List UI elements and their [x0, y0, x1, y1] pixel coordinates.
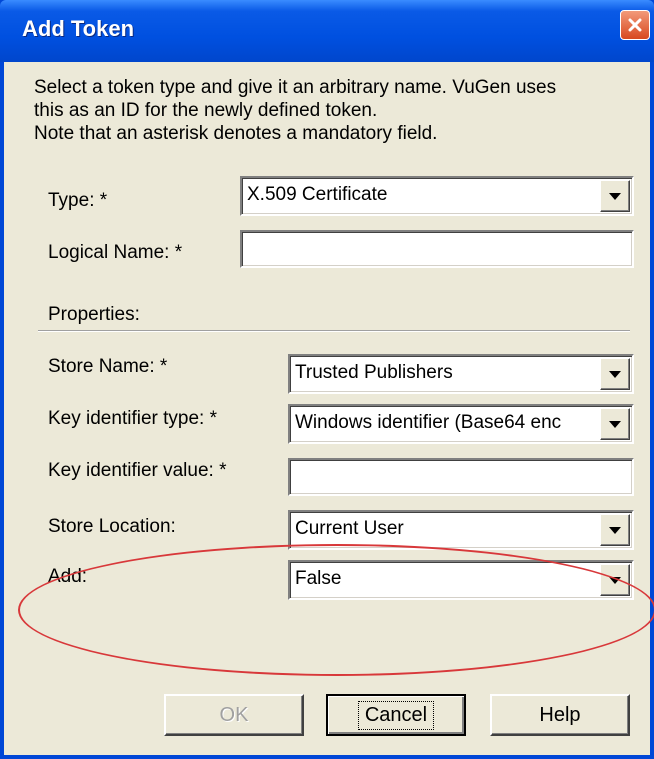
add-dropdown-button[interactable] [600, 564, 630, 596]
key-identifier-value-label: Key identifier value: * [48, 460, 227, 481]
ok-button[interactable]: OK [164, 694, 304, 736]
intro-text: Select a token type and give it an arbit… [34, 76, 556, 145]
chevron-down-icon [609, 420, 621, 428]
type-select-value: X.509 Certificate [247, 184, 388, 205]
title-bar[interactable]: Add Token [0, 0, 654, 62]
store-location-value: Current User [295, 518, 404, 539]
close-icon [628, 18, 642, 32]
key-identifier-value-field[interactable] [288, 458, 634, 496]
intro-line-3: Note that an asterisk denotes a mandator… [34, 123, 438, 144]
cancel-button[interactable]: Cancel [326, 694, 466, 736]
add-label: Add: [48, 566, 88, 587]
logical-name-label: Logical Name: * [48, 242, 183, 263]
chevron-down-icon [609, 526, 621, 534]
intro-line-2: this as an ID for the newly defined toke… [34, 100, 378, 121]
store-location-select[interactable]: Current User [288, 510, 634, 550]
store-name-value: Trusted Publishers [295, 362, 453, 383]
dialog-title: Add Token [22, 16, 135, 41]
add-select[interactable]: False [288, 560, 634, 600]
store-name-label: Store Name: * [48, 356, 168, 377]
add-value: False [295, 568, 342, 589]
store-name-dropdown-button[interactable] [600, 358, 630, 390]
key-identifier-type-dropdown-button[interactable] [600, 408, 630, 440]
type-label: Type: * [48, 190, 108, 211]
close-button[interactable] [620, 10, 650, 40]
store-location-label: Store Location: [48, 516, 176, 537]
properties-divider [38, 330, 630, 332]
chevron-down-icon [609, 370, 621, 378]
help-button[interactable]: Help [490, 694, 630, 736]
key-identifier-type-value: Windows identifier (Base64 enc [295, 412, 562, 433]
key-identifier-type-select[interactable]: Windows identifier (Base64 enc [288, 404, 634, 444]
intro-line-1: Select a token type and give it an arbit… [34, 77, 557, 98]
dialog-body: Select a token type and give it an arbit… [4, 62, 654, 755]
store-location-dropdown-button[interactable] [600, 514, 630, 546]
type-select[interactable]: X.509 Certificate [240, 176, 634, 216]
store-name-select[interactable]: Trusted Publishers [288, 354, 634, 394]
chevron-down-icon [609, 576, 621, 584]
key-identifier-type-label: Key identifier type: * [48, 408, 217, 429]
cancel-button-label: Cancel [357, 700, 435, 730]
logical-name-field[interactable] [240, 230, 634, 268]
properties-label: Properties: [48, 304, 140, 325]
chevron-down-icon [609, 192, 621, 200]
type-dropdown-button[interactable] [600, 180, 630, 212]
add-token-dialog: Add Token Select a token type and give i… [0, 0, 654, 759]
